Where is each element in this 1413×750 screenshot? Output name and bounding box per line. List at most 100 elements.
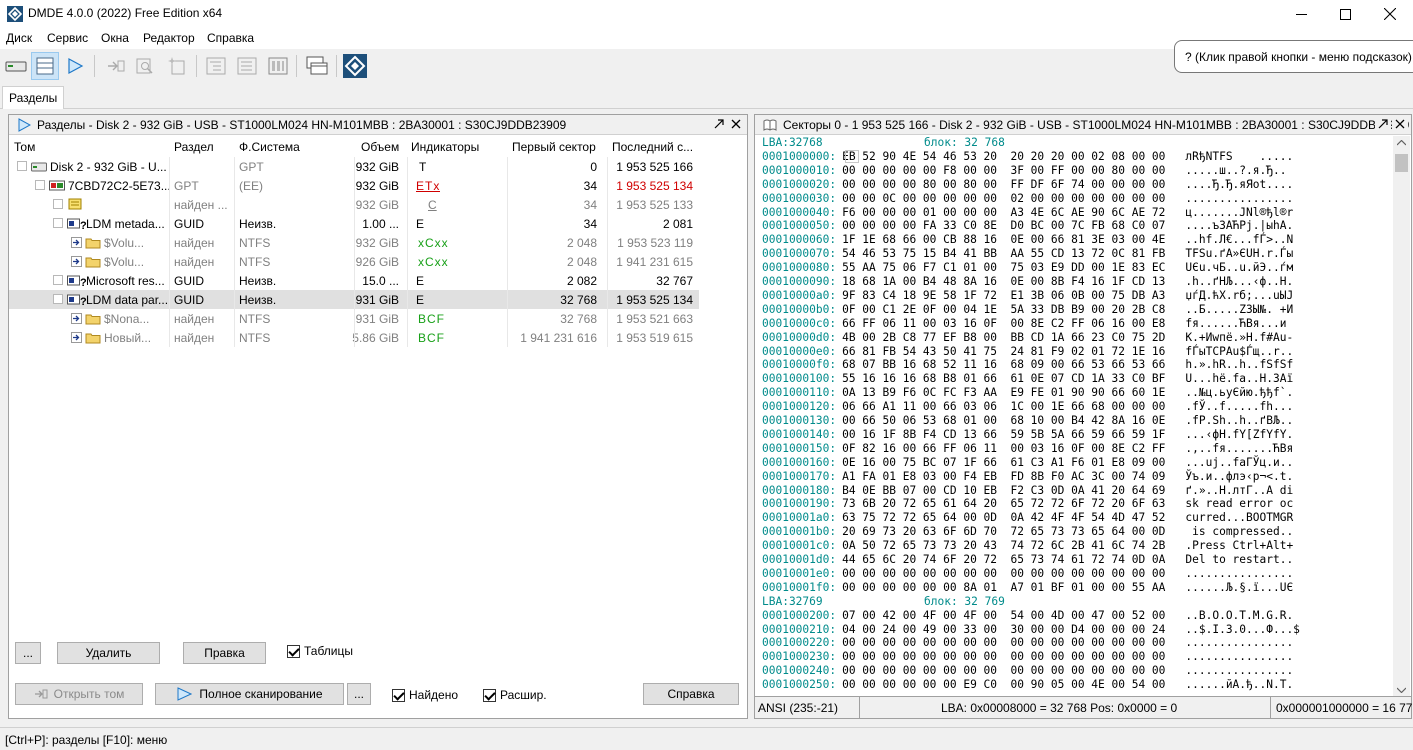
menu-windows[interactable]: Окна <box>101 31 129 45</box>
menu-editor[interactable]: Редактор <box>143 31 195 45</box>
hex-row[interactable]: 00010000a0: 9F 83 C4 18 9E 58 1F 72 E1 3B… <box>762 289 1293 303</box>
table-row[interactable]: $Nona... найден NTFS 931 GiB BCF 32 768 1 953 … <box>9 309 699 328</box>
encoding-status[interactable]: ANSI (235:-21) <box>758 701 838 715</box>
table-row[interactable]: найден ... 932 GiB C 34 1 953 525 133 <box>9 195 699 214</box>
hex-row[interactable]: 00010001e0: 00 00 00 00 00 00 00 00 00 00… <box>762 567 1293 581</box>
checkbox-box[interactable] <box>287 644 300 658</box>
undock-button[interactable] <box>1375 116 1391 132</box>
hex-row[interactable]: 0001000150: 0F 82 16 00 66 FF 06 11 00 03… <box>762 442 1293 456</box>
table-row[interactable]: $Volu... найден NTFS 932 GiB xCxx 2 048 1 953 … <box>9 233 699 252</box>
hex-row[interactable]: 00010001a0: 63 75 72 72 65 64 00 0D 0A 42… <box>762 511 1293 525</box>
hex-scrollbar[interactable] <box>1393 136 1410 697</box>
hex-row[interactable]: 0001000080: 55 AA 75 06 F7 C1 01 00 75 03… <box>762 261 1293 275</box>
open-volume-button[interactable] <box>102 52 130 80</box>
table-row[interactable]: Новый... найден NTFS 5.86 GiB BCF 1 941 231 6… <box>9 328 699 347</box>
row-checkbox[interactable] <box>35 180 45 190</box>
found-checkbox[interactable]: Найдено <box>392 688 458 702</box>
more-options-button[interactable]: ... <box>15 642 41 664</box>
hex-row[interactable]: 0001000100: 55 16 16 16 68 B8 01 66 61 0E… <box>762 372 1293 386</box>
column-indicators[interactable]: Индикаторы <box>411 140 479 154</box>
menu-help[interactable]: Справка <box>207 31 254 45</box>
tab-partitions[interactable]: Разделы <box>2 86 65 109</box>
table-row[interactable]: ? LDM data par... GUID Неизв. 931 GiB E 32 768… <box>9 290 699 309</box>
checkbox-box[interactable] <box>392 688 405 702</box>
hex-row[interactable]: 0001000030: 00 00 0C 00 00 00 00 00 02 00… <box>762 192 1293 206</box>
tree-view-button[interactable] <box>202 52 230 80</box>
hex-row[interactable]: 00010000c0: 66 FF 06 11 00 03 16 0F 00 8E… <box>762 317 1286 331</box>
enter-arrow-icon[interactable] <box>71 332 82 346</box>
scan-options-button[interactable]: ... <box>347 683 371 705</box>
scroll-thumb[interactable] <box>1395 154 1408 172</box>
hex-row[interactable]: 0001000130: 00 66 50 06 53 68 01 00 68 10… <box>762 414 1293 428</box>
partitions-button[interactable] <box>31 52 59 80</box>
table-row[interactable]: Disk 2 - 932 GiB - U... GPT 932 GiB T 0 1 953… <box>9 157 699 176</box>
table-row[interactable]: 7CBD72C2-5E73... GPT (EE) 932 GiB ETx 34 1 953… <box>9 176 699 195</box>
table-row[interactable]: ? Microsoft res... GUID Неизв. 15.0 ... E 2 08… <box>9 271 699 290</box>
menu-disk[interactable]: Диск <box>6 31 32 45</box>
hex-row[interactable]: 00010000f0: 68 07 BB 16 68 52 11 16 68 09… <box>762 358 1293 372</box>
hex-row[interactable]: 0001000060: 1F 1E 68 66 00 CB 88 16 0E 00… <box>762 233 1293 247</box>
hex-row[interactable]: 0001000250: 00 00 00 00 00 00 E9 C0 00 90… <box>762 678 1293 692</box>
hex-row[interactable]: 0001000090: 18 68 1A 00 B4 48 8A 16 0E 00… <box>762 275 1293 289</box>
open-volume-button[interactable]: Открыть том <box>15 683 143 705</box>
select-drive-button[interactable] <box>2 52 30 80</box>
hex-row[interactable]: 0001000230: 00 00 00 00 00 00 00 00 00 00… <box>762 650 1293 664</box>
close-button[interactable] <box>1367 0 1413 28</box>
row-checkbox[interactable] <box>53 218 63 228</box>
undock-button[interactable] <box>711 116 727 132</box>
table-row[interactable]: ? LDM metada... GUID Неизв. 1.00 ... E 34 2 081 <box>9 214 699 233</box>
new-button[interactable] <box>163 52 191 80</box>
enter-arrow-icon[interactable] <box>71 256 82 270</box>
list-view-button[interactable] <box>233 52 261 80</box>
hex-row[interactable]: 0001000190: 73 6B 20 72 65 61 64 20 65 72… <box>762 497 1293 511</box>
hex-row[interactable]: 0001000220: 00 00 00 00 00 00 00 00 00 00… <box>762 636 1293 650</box>
help-button[interactable]: Справка <box>643 683 739 705</box>
hex-row[interactable]: 0001000170: A1 FA 01 E8 03 00 F4 EB FD 8B… <box>762 470 1293 484</box>
column-size[interactable]: Объем <box>361 140 399 154</box>
enter-arrow-icon[interactable] <box>71 237 82 251</box>
hex-row[interactable]: 0001000010: 00 00 00 00 00 F8 00 00 3F 00… <box>762 164 1286 178</box>
hex-row[interactable]: 00010001c0: 0A 50 72 65 73 73 20 43 74 72… <box>762 539 1293 553</box>
scroll-up-icon[interactable] <box>1397 140 1406 146</box>
hex-row[interactable]: 00010000e0: 66 81 FB 54 43 50 41 75 24 81… <box>762 345 1293 359</box>
checkbox-box[interactable] <box>483 688 496 702</box>
hex-row[interactable]: 0001000240: 00 00 00 00 00 00 00 00 00 00… <box>762 664 1293 678</box>
play-button[interactable] <box>61 52 89 80</box>
hex-row[interactable]: 0001000180: B4 0E BB 07 00 CD 10 EB F2 C3… <box>762 484 1293 498</box>
close-panel-button[interactable] <box>1392 116 1408 132</box>
full-scan-button[interactable]: Полное сканирование <box>155 683 344 705</box>
table-row[interactable]: $Volu... найден NTFS 926 GiB xCxx 2 048 1 941 … <box>9 252 699 271</box>
hex-row[interactable]: 00010000d0: 4B 00 2B C8 77 EF B8 00 BB CD… <box>762 331 1293 345</box>
hex-row[interactable]: 0001000020: 00 00 00 00 80 00 80 00 FF DF… <box>762 178 1293 192</box>
column-filesystem[interactable]: Ф.Система <box>239 140 300 154</box>
hex-row[interactable]: 0001000040: F6 00 00 00 01 00 00 00 A3 4E… <box>762 206 1293 220</box>
row-checkbox[interactable] <box>17 161 27 171</box>
details-view-button[interactable] <box>264 52 292 80</box>
maximize-button[interactable] <box>1322 0 1368 28</box>
hex-row[interactable]: 0001000000: EB 52 90 4E 54 46 53 20 20 20… <box>762 150 1293 164</box>
hex-row[interactable]: 0001000120: 06 66 A1 11 00 66 03 06 1C 00… <box>762 400 1293 414</box>
extended-checkbox[interactable]: Расшир. <box>483 688 547 702</box>
close-panel-button[interactable] <box>728 116 744 132</box>
row-checkbox[interactable] <box>53 294 63 304</box>
row-checkbox[interactable] <box>53 199 63 209</box>
windows-button[interactable] <box>303 52 331 80</box>
hex-row[interactable]: 00010001d0: 44 65 6C 20 74 6F 20 72 65 73… <box>762 553 1293 567</box>
hex-row[interactable]: 0001000210: 04 00 24 00 49 00 33 00 30 00… <box>762 623 1300 637</box>
edit-button[interactable]: Правка <box>183 642 266 664</box>
hex-row[interactable]: 00010000b0: 0F 00 C1 2E 0F 00 04 1E 5A 33… <box>762 303 1293 317</box>
minimize-button[interactable] <box>1278 0 1324 28</box>
hint-bubble[interactable]: ? (Клик правой кнопки - меню подсказок) <box>1174 40 1413 73</box>
enter-arrow-icon[interactable] <box>71 313 82 327</box>
hex-row[interactable]: 0001000160: 0E 16 00 75 BC 07 1F 66 61 C3… <box>762 456 1293 470</box>
hex-row[interactable]: 0001000110: 0A 13 B9 F6 0C FC F3 AA E9 FE… <box>762 386 1293 400</box>
hex-row[interactable]: 00010001b0: 20 69 73 20 63 6F 6D 70 72 65… <box>762 525 1293 539</box>
column-volume[interactable]: Том <box>14 140 35 154</box>
hex-row[interactable]: 0001000140: 00 16 1F 8B F4 CD 13 66 59 5B… <box>762 428 1293 442</box>
search-button[interactable] <box>131 52 159 80</box>
hex-row[interactable]: 0001000070: 54 46 53 75 15 B4 41 BB AA 55… <box>762 247 1293 261</box>
hex-row[interactable]: 0001000050: 00 00 00 00 FA 33 C0 8E D0 BC… <box>762 219 1293 233</box>
hex-row[interactable]: 00010001f0: 00 00 00 00 00 00 8A 01 A7 01… <box>762 581 1293 595</box>
row-checkbox[interactable] <box>53 275 63 285</box>
delete-button[interactable]: Удалить <box>57 642 160 664</box>
